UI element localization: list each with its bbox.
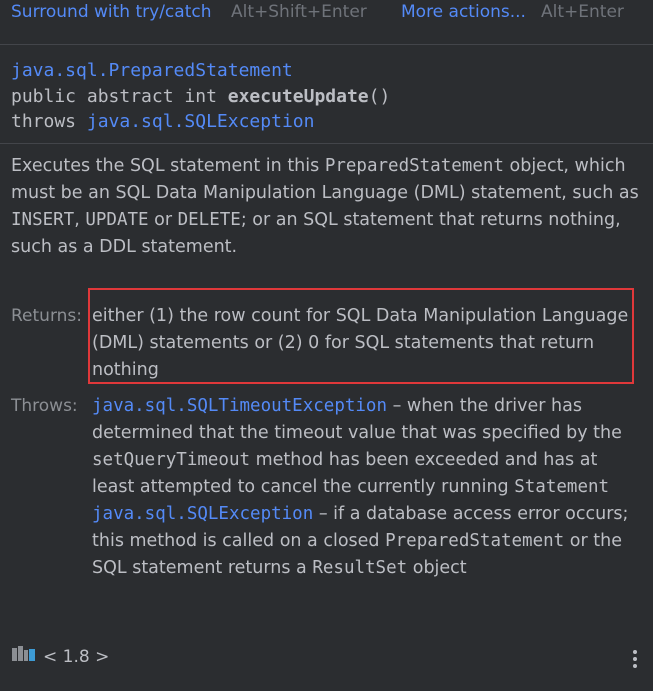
throws-code: setQueryTimeout	[92, 450, 251, 470]
desc-text: or	[148, 210, 178, 230]
highlight-box	[88, 288, 634, 384]
throws-code: PreparedStatement	[385, 531, 565, 551]
method-name: executeUpdate	[227, 85, 369, 107]
desc-text: ,	[74, 210, 86, 230]
desc-code: PreparedStatement	[324, 156, 504, 176]
sqltimeout-exception-link[interactable]: java.sql.SQLTimeoutException	[92, 396, 387, 416]
divider	[0, 143, 653, 144]
returns-label: Returns:	[11, 306, 82, 326]
class-name-link[interactable]: java.sql.PreparedStatement	[11, 60, 293, 81]
footer: < 1.8 >	[11, 644, 109, 669]
exception-link[interactable]: java.sql.SQLException	[87, 111, 315, 132]
desc-text: Executes the SQL statement in this	[11, 156, 325, 176]
sql-exception-link[interactable]: java.sql.SQLException	[92, 504, 313, 524]
method-modifiers: public abstract int	[11, 85, 217, 107]
surround-shortcut: Alt+Shift+Enter	[231, 2, 367, 22]
more-actions-link[interactable]: More actions...	[401, 0, 526, 24]
method-signature: java.sql.PreparedStatement public abstra…	[11, 58, 390, 135]
divider	[0, 44, 653, 45]
method-description: Executes the SQL statement in this Prepa…	[11, 153, 641, 261]
throws-code: Statement	[514, 477, 610, 497]
surround-try-catch-link[interactable]: Surround with try/catch	[11, 0, 211, 24]
quick-actions-bar: Surround with try/catch Alt+Shift+Enter …	[0, 0, 653, 30]
throws-text: java.sql.SQLTimeoutException – when the …	[92, 393, 637, 582]
throws-keyword: throws	[11, 111, 77, 132]
throws-text-part: object	[407, 558, 467, 578]
method-params: ()	[368, 85, 391, 107]
throws-code: ResultSet	[312, 558, 408, 578]
throws-label: Throws:	[11, 396, 78, 416]
version-selector[interactable]: < 1.8 >	[43, 645, 109, 669]
desc-code: INSERT	[11, 210, 75, 230]
desc-code: DELETE	[177, 210, 241, 230]
library-icon	[11, 644, 37, 669]
more-vertical-icon[interactable]	[631, 650, 639, 672]
more-actions-shortcut: Alt+Enter	[541, 2, 624, 22]
desc-code: UPDATE	[85, 210, 149, 230]
